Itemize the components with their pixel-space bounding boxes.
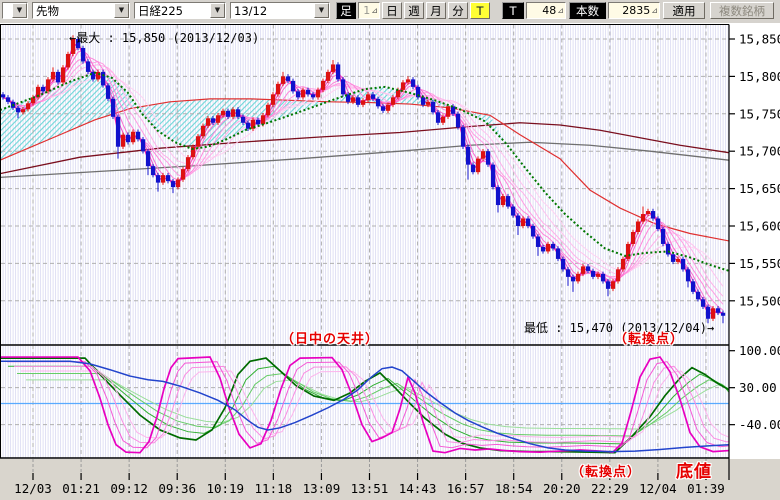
svg-text:11:18: 11:18	[255, 481, 293, 496]
svg-text:22:29: 22:29	[591, 481, 629, 496]
minute-button[interactable]: 分	[448, 2, 468, 19]
contract-month-value: 13/12	[231, 4, 267, 18]
svg-text:15,500: 15,500	[739, 293, 780, 308]
chart-application-window: ▼ 先物 ▼ 日経225 ▼ 13/12 ▼ 足 1 ⊿ 日 週 月 分 T T…	[0, 0, 780, 500]
chevron-down-icon[interactable]: ▼	[210, 3, 225, 18]
market-select[interactable]: 先物 ▼	[32, 2, 130, 19]
spinner-icon[interactable]: ⊿	[371, 6, 378, 15]
daily-button[interactable]: 日	[382, 2, 402, 19]
svg-text:01:39: 01:39	[687, 481, 725, 496]
chart-canvas[interactable]: 15,850 15,800 15,750 15,700 15,650 15,600 15,5…	[0, 23, 780, 500]
bar-count-label: 本数	[569, 2, 606, 19]
tick-button[interactable]: T	[470, 2, 490, 19]
svg-text:15,700: 15,700	[739, 144, 780, 159]
chevron-down-icon[interactable]: ▼	[314, 3, 329, 18]
history-dropdown[interactable]: ▼	[2, 2, 28, 19]
price-chart[interactable]: 15,850 15,800 15,750 15,700 15,650 15,600 15,5…	[0, 23, 780, 500]
svg-text:15,750: 15,750	[739, 106, 780, 121]
t-count-value: 48	[542, 4, 556, 17]
svg-text:01:21: 01:21	[62, 481, 100, 496]
svg-text:15,800: 15,800	[739, 69, 780, 84]
bar-count-input[interactable]: 2835 ⊿	[608, 2, 660, 19]
svg-text:13:51: 13:51	[351, 481, 389, 496]
monthly-button[interactable]: 月	[426, 2, 446, 19]
svg-text:09:36: 09:36	[158, 481, 196, 496]
t-count-input[interactable]: 48 ⊿	[526, 2, 566, 19]
svg-text:16:57: 16:57	[447, 481, 485, 496]
svg-text:15,650: 15,650	[739, 181, 780, 196]
symbol-select-value: 日経225	[135, 3, 183, 19]
bar-count-value: 2835	[622, 4, 650, 17]
t-label: T	[502, 2, 524, 19]
weekly-button[interactable]: 週	[404, 2, 424, 19]
bar-label: 足	[336, 2, 356, 19]
chevron-down-icon[interactable]: ▼	[12, 3, 27, 18]
svg-text:10:19: 10:19	[206, 481, 244, 496]
market-select-value: 先物	[33, 3, 59, 19]
svg-text:14:43: 14:43	[399, 481, 437, 496]
interval-value: 1	[363, 4, 370, 17]
svg-text:09:12: 09:12	[110, 481, 148, 496]
svg-text:15,850: 15,850	[739, 32, 780, 47]
toolbar: ▼ 先物 ▼ 日経225 ▼ 13/12 ▼ 足 1 ⊿ 日 週 月 分 T T…	[0, 0, 780, 23]
svg-text:18:54: 18:54	[495, 481, 533, 496]
spinner-icon[interactable]: ⊿	[651, 6, 658, 15]
svg-text:30.00: 30.00	[739, 380, 777, 395]
multi-symbol-button[interactable]: 複数銘柄	[710, 2, 774, 19]
interval-input[interactable]: 1 ⊿	[358, 2, 380, 19]
chevron-down-icon[interactable]: ▼	[114, 3, 129, 18]
svg-text:20:20: 20:20	[543, 481, 581, 496]
svg-text:-40.00: -40.00	[739, 417, 780, 432]
svg-text:12/04: 12/04	[639, 481, 677, 496]
spinner-icon[interactable]: ⊿	[557, 6, 564, 15]
svg-text:15,550: 15,550	[739, 256, 780, 271]
symbol-select[interactable]: 日経225 ▼	[134, 2, 226, 19]
svg-text:13:09: 13:09	[303, 481, 341, 496]
svg-text:15,600: 15,600	[739, 219, 780, 234]
svg-text:100.00: 100.00	[739, 343, 780, 358]
contract-month-select[interactable]: 13/12 ▼	[230, 2, 330, 19]
svg-text:12/03: 12/03	[14, 481, 52, 496]
apply-button[interactable]: 適用	[663, 2, 705, 19]
